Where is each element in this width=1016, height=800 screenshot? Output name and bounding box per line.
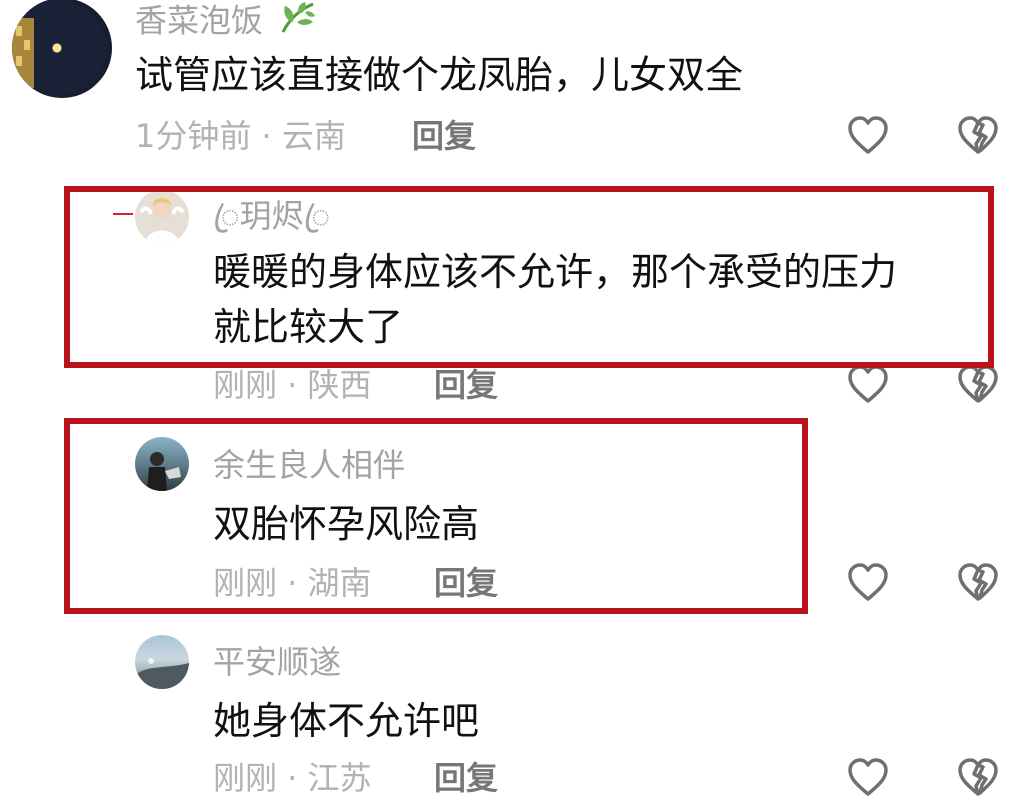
comment-meta: 刚刚 · 江苏 xyxy=(213,759,372,797)
username[interactable]: 香菜泡饭 xyxy=(135,0,317,45)
comment-text: 她身体不允许吧 xyxy=(213,699,480,743)
reply-button[interactable]: 回复 xyxy=(434,365,498,405)
username[interactable]: ꦿ玥烬ꦿ xyxy=(213,196,330,236)
avatar[interactable] xyxy=(12,0,112,98)
leaf-icon xyxy=(277,0,317,45)
avatar[interactable] xyxy=(135,437,189,491)
heart-icon[interactable] xyxy=(846,114,890,158)
username[interactable]: 平安顺遂 xyxy=(213,642,341,682)
avatar[interactable] xyxy=(135,190,189,244)
avatar[interactable] xyxy=(135,635,189,689)
reply-button[interactable]: 回复 xyxy=(434,758,498,798)
broken-heart-icon[interactable] xyxy=(956,756,1000,800)
comment-text: 双胎怀孕风险高 xyxy=(213,502,480,546)
reply-button[interactable]: 回复 xyxy=(412,116,476,156)
broken-heart-icon[interactable] xyxy=(956,114,1000,158)
broken-heart-icon[interactable] xyxy=(956,363,1000,407)
comment-meta: 1分钟前 · 云南 xyxy=(135,117,346,155)
comment-text: 暖暖的身体应该不允许，那个承受的压力 xyxy=(213,250,898,294)
comment-text-line2: 就比较大了 xyxy=(213,305,404,349)
heart-icon[interactable] xyxy=(846,756,890,800)
comment-meta: 刚刚 · 湖南 xyxy=(213,564,372,602)
username[interactable]: 余生良人相伴 xyxy=(213,445,405,485)
comment-meta: 刚刚 · 陕西 xyxy=(213,366,372,404)
broken-heart-icon[interactable] xyxy=(956,561,1000,605)
reply-button[interactable]: 回复 xyxy=(434,563,498,603)
comment-text: 试管应该直接做个龙凤胎，儿女双全 xyxy=(135,53,744,97)
heart-icon[interactable] xyxy=(846,363,890,407)
heart-icon[interactable] xyxy=(846,561,890,605)
thread-line xyxy=(113,213,133,215)
